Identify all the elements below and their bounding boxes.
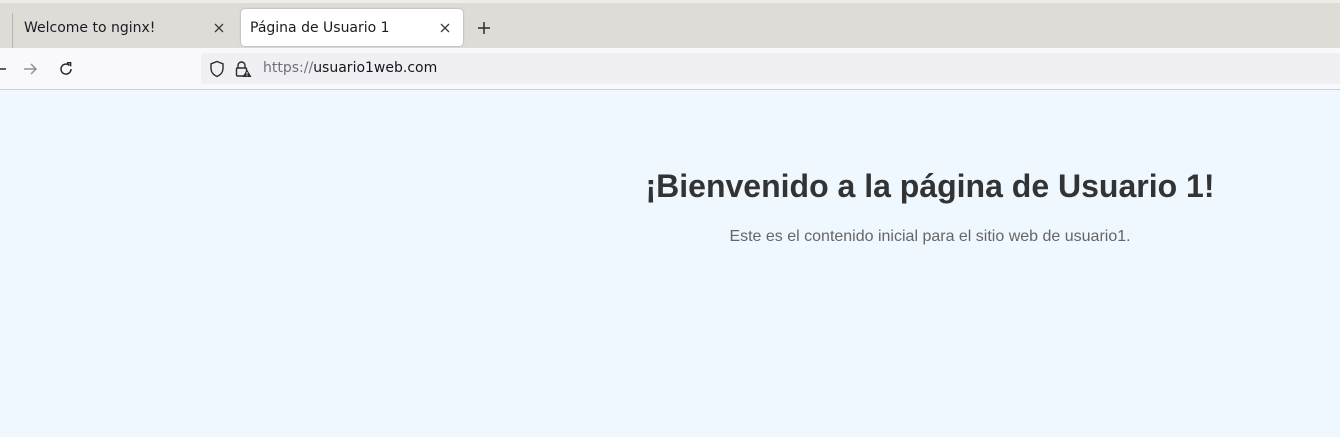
tab-title: Página de Usuario 1 xyxy=(250,19,390,36)
url-scheme: https:// xyxy=(263,60,314,76)
plus-icon[interactable] xyxy=(472,16,496,40)
tab-welcome-nginx[interactable]: Welcome to nginx! xyxy=(13,9,237,46)
shield-icon[interactable] xyxy=(207,59,227,79)
url-host: usuario1web.com xyxy=(313,60,438,76)
lock-warning-icon[interactable] xyxy=(233,59,253,79)
page-paragraph: Este es el contenido inicial para el sit… xyxy=(729,228,1131,245)
url-text[interactable]: https://usuario1web.com xyxy=(263,60,437,76)
tab-title: Welcome to nginx! xyxy=(24,19,156,36)
arrow-left-icon[interactable] xyxy=(0,57,12,81)
page-heading: ¡Bienvenido a la página de Usuario 1! xyxy=(645,168,1215,204)
page-content: ¡Bienvenido a la página de Usuario 1! Es… xyxy=(0,90,1340,437)
reload-icon[interactable] xyxy=(54,57,78,81)
tab-strip: Welcome to nginx! Página de Usuario 1 xyxy=(0,0,1340,49)
url-bar[interactable]: https://usuario1web.com xyxy=(201,53,1340,84)
tab-pagina-usuario-1[interactable]: Página de Usuario 1 xyxy=(241,9,463,46)
close-icon[interactable] xyxy=(207,16,231,40)
arrow-right-icon[interactable] xyxy=(18,57,42,81)
navigation-toolbar: https://usuario1web.com xyxy=(0,48,1340,90)
close-icon[interactable] xyxy=(433,16,457,40)
